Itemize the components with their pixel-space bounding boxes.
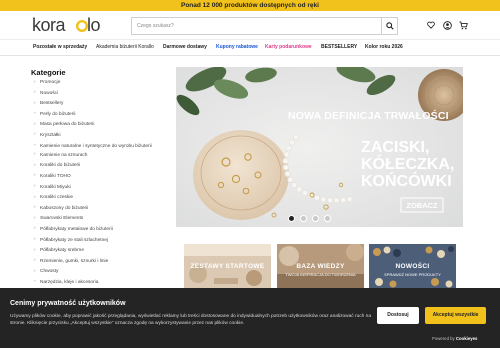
tile-baza-wiedzy[interactable]: BAZA WIEDZY TWOJA INSPIRACJA DO TWORZENI… [277, 244, 364, 288]
banner-headline: NOWA DEFINICJA TRWAŁOŚCI [288, 109, 449, 122]
search-input[interactable] [132, 18, 380, 34]
carousel-dot-4[interactable] [324, 215, 331, 222]
category-item[interactable]: Koraliki Miyuki [34, 184, 170, 190]
hero-banner-image: NOWA DEFINICJA TRWAŁOŚCI ZACISKI, KÓŁECZ… [176, 67, 463, 227]
category-item[interactable]: Półfabrykaty metalowe do biżuterii [34, 226, 170, 232]
search-box [131, 17, 398, 35]
nav-item-karty-podarunkowe[interactable]: Karty podarunkowe [265, 40, 312, 55]
category-item[interactable]: Kryształki [34, 132, 170, 138]
carousel-dots [288, 215, 331, 222]
cookie-banner: Cenimy prywatność użytkowników Używamy p… [0, 288, 500, 348]
category-item[interactable]: Kaboszony do biżuterii [34, 205, 170, 211]
nav-item-bestsellery[interactable]: BESTSELLERY [321, 40, 357, 55]
svg-text:lo: lo [87, 15, 100, 35]
category-item[interactable]: Koraliki TOHO [34, 173, 170, 179]
category-item[interactable]: Koraliki do biżuterii [34, 163, 170, 169]
category-item[interactable]: Półfabrykaty ze stali szlachetnej [34, 237, 170, 243]
korallo-logo[interactable]: kora lo [30, 14, 130, 36]
category-list: Promocje Nowości Bestsellery Perły do bi… [34, 79, 170, 290]
banner-line-1: ZACISKI, [361, 139, 429, 156]
category-item[interactable]: Chwosty [34, 269, 170, 275]
svg-text:kora: kora [32, 15, 67, 35]
nav-item-kolor-roku[interactable]: Kolor roku 2026 [365, 40, 403, 55]
tile-label: BAZA WIEDZY [296, 263, 345, 270]
tile-label: ZESTAWY STARTOWE [190, 263, 265, 270]
nav-item-akademia[interactable]: Akademia biżuterii Korallo [96, 40, 154, 55]
banner-line-2: KÓŁECZKA, [361, 154, 454, 173]
category-item[interactable]: Nowości [34, 90, 170, 96]
category-item[interactable]: Masa perłowa do biżuterii [34, 122, 170, 128]
categories-title: Kategorie [31, 68, 66, 77]
category-item[interactable]: Kamienie na sznurach [34, 152, 170, 158]
category-item[interactable]: Swarovski Elements [34, 216, 170, 222]
promo-topbar: Ponad 12 000 produktów dostępnych od ręk… [0, 0, 500, 11]
main-nav: Pozostałe w sprzedaży Akademia biżuterii… [0, 39, 500, 56]
tile-label: NOWOŚCI [395, 263, 430, 270]
category-item[interactable]: Perły do biżuterii [34, 111, 170, 117]
user-icon[interactable] [442, 20, 452, 30]
cookie-title: Cenimy prywatność użytkowników [10, 300, 126, 307]
nav-item-pozostale[interactable]: Pozostałe w sprzedaży [33, 40, 87, 55]
hero-banner[interactable]: NOWA DEFINICJA TRWAŁOŚCI ZACISKI, KÓŁECZ… [176, 67, 463, 227]
banner-line-3: KOŃCÓWKI [361, 171, 452, 190]
search-button[interactable] [381, 18, 397, 34]
category-item[interactable]: Koraliki czeskie [34, 195, 170, 201]
category-item[interactable]: Półfabrykaty srebrne [34, 248, 170, 254]
powered-prefix: Powered by [432, 336, 455, 341]
carousel-dot-1[interactable] [288, 215, 295, 222]
accept-all-button[interactable]: Akceptuj wszystkie [425, 307, 486, 324]
promo-text: Ponad 12 000 produktów dostępnych od ręk… [181, 2, 319, 9]
carousel-dot-2[interactable] [300, 215, 307, 222]
tile-nowosci[interactable]: NOWOŚCI SPRAWDŹ NOWE PRODUKTY [369, 244, 456, 288]
carousel-dot-3[interactable] [312, 215, 319, 222]
category-item[interactable]: Bestsellery [34, 101, 170, 107]
cookieyes-logo[interactable]: Cookieyes [456, 336, 478, 341]
heart-icon[interactable] [426, 20, 436, 30]
category-item[interactable]: Narzędzia, kleje i akcesoria [34, 279, 170, 285]
site-header: kora lo [0, 11, 500, 39]
category-item[interactable]: Promocje [34, 79, 170, 85]
cart-icon[interactable] [458, 20, 468, 30]
powered-by: Powered by Cookieyes [432, 336, 477, 341]
customize-button[interactable]: Dostosuj [377, 307, 419, 324]
tile-sub: TWOJA INSPIRACJA DO TWORZENIA [285, 272, 356, 277]
search-icon [385, 22, 394, 30]
nav-item-darmowe-dostawy[interactable]: Darmowe dostawy [163, 40, 207, 55]
category-item[interactable]: Kamienie naturalne i syntetyczne do wyro… [34, 143, 154, 149]
nav-item-kupony[interactable]: Kupony rabatowe [216, 40, 258, 55]
tile-zestawy-startowe[interactable]: ZESTAWY STARTOWE [184, 244, 271, 288]
tile-sub: SPRAWDŹ NOWE PRODUKTY [384, 272, 441, 277]
banner-cta-button: ZOBACZ [406, 201, 438, 210]
category-item[interactable]: Rzemienie, gumki, sznurki i linie [34, 258, 170, 264]
cookie-text: Używamy plików cookie, aby poprawić jako… [10, 314, 372, 326]
